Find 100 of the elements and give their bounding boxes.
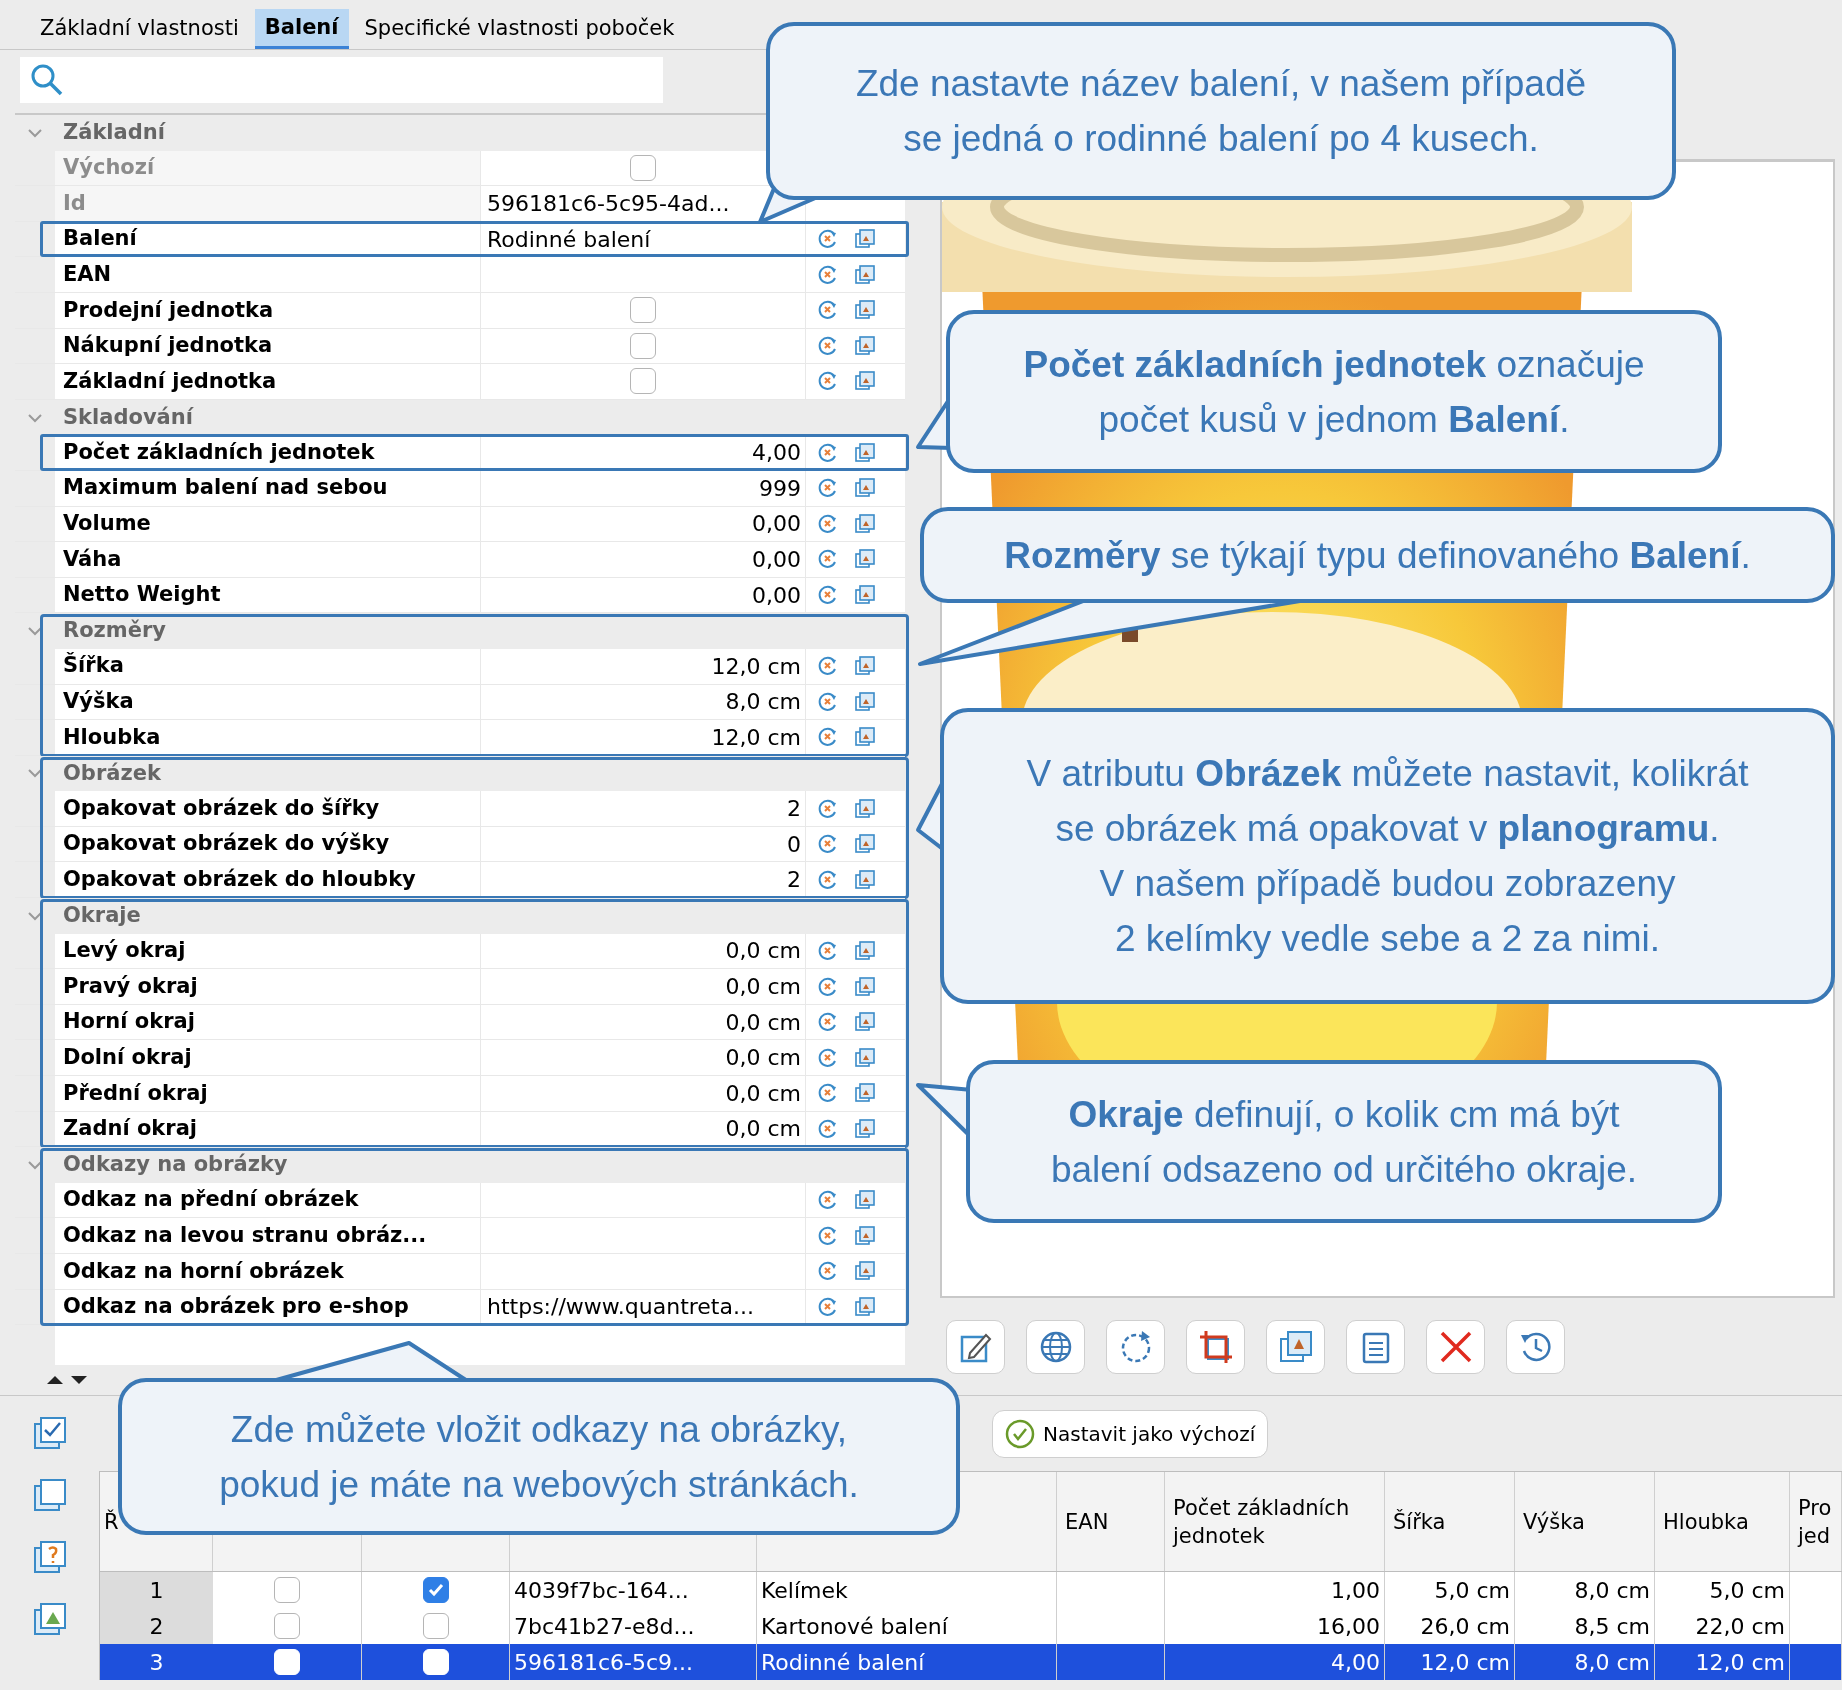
reset-icon[interactable] xyxy=(817,512,839,535)
copy-image-icon[interactable] xyxy=(854,263,876,286)
set-default-button[interactable]: Nastavit jako výchozí xyxy=(992,1409,1269,1458)
property-name: Hloubka xyxy=(62,723,162,751)
copy-image-icon[interactable] xyxy=(854,228,876,251)
column-header: Pro jed xyxy=(1798,1494,1833,1550)
property-value: 0,0 cm xyxy=(725,1044,801,1073)
toolbar-button[interactable] xyxy=(1426,1319,1485,1374)
copy-image-icon[interactable] xyxy=(854,1011,876,1034)
row-number: 2 xyxy=(149,1612,164,1641)
copy-image-icon[interactable] xyxy=(854,655,876,678)
copy-image-icon[interactable] xyxy=(854,1260,876,1283)
reset-icon[interactable] xyxy=(817,1295,839,1318)
toolbar-button[interactable] xyxy=(1106,1319,1165,1374)
checkbox[interactable] xyxy=(630,297,656,324)
copy-image-icon[interactable] xyxy=(854,370,876,393)
toolbar-button[interactable] xyxy=(1186,1319,1245,1374)
splitter-arrows-icon[interactable] xyxy=(45,1374,89,1386)
property-name: Id xyxy=(55,186,480,221)
table-row[interactable]: 2 7bc41b27-e8d... Kartonové balení 16,00 26,0 cm 8,5 cm 22,0 cm xyxy=(100,1608,1842,1644)
tab[interactable]: Základní vlastnosti xyxy=(30,9,249,49)
copy-image-icon[interactable] xyxy=(854,584,876,606)
reset-icon[interactable] xyxy=(817,477,839,500)
reset-icon[interactable] xyxy=(817,1011,839,1034)
reset-icon[interactable] xyxy=(817,797,839,820)
copy-image-icon[interactable] xyxy=(854,548,876,571)
reset-icon[interactable] xyxy=(817,548,839,571)
checkbox[interactable] xyxy=(422,1577,449,1603)
copy-image-icon[interactable] xyxy=(854,441,876,464)
table-cell-text: 4,00 xyxy=(1331,1648,1380,1677)
property-name: Pravý okraj xyxy=(62,972,199,1000)
property-value: 4,00 xyxy=(752,439,801,468)
reset-icon[interactable] xyxy=(817,228,839,251)
reset-icon[interactable] xyxy=(817,690,839,713)
copy-image-icon[interactable] xyxy=(854,975,876,998)
reset-icon[interactable] xyxy=(817,299,839,322)
reset-icon[interactable] xyxy=(817,334,839,357)
property-name: Opakovat obrázek do výšky xyxy=(62,830,391,858)
copy-image-icon[interactable] xyxy=(854,1295,876,1318)
property-name: Opakovat obrázek do šířky xyxy=(62,794,381,822)
table-cell-text: 5,0 cm xyxy=(1709,1576,1785,1605)
reset-icon[interactable] xyxy=(817,441,839,464)
reset-icon[interactable] xyxy=(817,1082,839,1105)
property-name: Balení xyxy=(62,225,139,253)
reset-icon[interactable] xyxy=(817,584,839,606)
copy-image-icon[interactable] xyxy=(854,868,876,891)
property-value: https://www.quantreta... xyxy=(487,1293,754,1322)
checkbox[interactable] xyxy=(630,368,656,395)
reset-icon[interactable] xyxy=(817,868,839,891)
reset-icon[interactable] xyxy=(817,655,839,678)
reset-icon[interactable] xyxy=(817,370,839,393)
checkbox[interactable] xyxy=(422,1613,449,1639)
group-header: Obrázek xyxy=(62,759,161,787)
reset-icon[interactable] xyxy=(817,833,839,856)
reset-icon[interactable] xyxy=(817,975,839,998)
copy-image-icon[interactable] xyxy=(854,512,876,535)
toolbar-button[interactable] xyxy=(946,1319,1005,1374)
column-header: Výška xyxy=(1523,1508,1585,1536)
copy-image-icon[interactable] xyxy=(854,334,876,357)
toolbar-button[interactable] xyxy=(1026,1319,1085,1374)
copy-image-icon[interactable] xyxy=(854,1082,876,1105)
tab[interactable]: Specifické vlastnosti poboček xyxy=(354,9,685,49)
property-value: Rodinné balení xyxy=(487,225,651,254)
table-cell-text: 16,00 xyxy=(1317,1612,1380,1641)
reset-icon[interactable] xyxy=(817,1117,839,1140)
copy-image-icon[interactable] xyxy=(854,1189,876,1212)
callout-text: Okraje definují, o kolik cm má být balení odsazeno od určitého okraje. xyxy=(1049,1092,1639,1192)
copy-image-icon[interactable] xyxy=(854,726,876,749)
reset-icon[interactable] xyxy=(817,939,839,962)
copy-image-icon[interactable] xyxy=(854,1224,876,1247)
property-value: 0,0 cm xyxy=(725,973,801,1002)
copy-image-icon[interactable] xyxy=(854,477,876,500)
copy-image-icon[interactable] xyxy=(854,690,876,713)
group-header: Základní xyxy=(62,119,165,147)
toolbar-button[interactable] xyxy=(1506,1319,1565,1374)
table-cell-text: 4039f7bc-164... xyxy=(514,1576,689,1605)
table-row[interactable]: 1 4039f7bc-164... Kelímek 1,00 5,0 cm 8,0 cm 5,0 cm xyxy=(100,1572,1842,1608)
property-name: Nákupní jednotka xyxy=(62,332,274,360)
copy-image-icon[interactable] xyxy=(854,797,876,820)
copy-image-icon[interactable] xyxy=(854,299,876,322)
reset-icon[interactable] xyxy=(817,263,839,286)
toolbar-button[interactable] xyxy=(1346,1319,1405,1374)
checkbox[interactable] xyxy=(274,1613,300,1639)
reset-icon[interactable] xyxy=(817,1189,839,1212)
reset-icon[interactable] xyxy=(817,1260,839,1283)
reset-icon[interactable] xyxy=(817,1224,839,1247)
property-name: Výchozí xyxy=(55,150,480,186)
copy-image-icon[interactable] xyxy=(854,833,876,856)
checkbox[interactable] xyxy=(630,332,656,359)
reset-icon[interactable] xyxy=(817,726,839,749)
search-field[interactable] xyxy=(20,57,663,103)
group-header: Odkazy na obrázky xyxy=(62,1151,288,1179)
toolbar-button[interactable] xyxy=(1266,1319,1325,1374)
property-value: 2 xyxy=(787,866,801,895)
copy-image-icon[interactable] xyxy=(854,939,876,962)
copy-image-icon[interactable] xyxy=(854,1046,876,1069)
tab[interactable]: Balení xyxy=(254,9,349,49)
checkbox[interactable] xyxy=(274,1577,300,1603)
copy-image-icon[interactable] xyxy=(854,1117,876,1140)
reset-icon[interactable] xyxy=(817,1046,839,1069)
